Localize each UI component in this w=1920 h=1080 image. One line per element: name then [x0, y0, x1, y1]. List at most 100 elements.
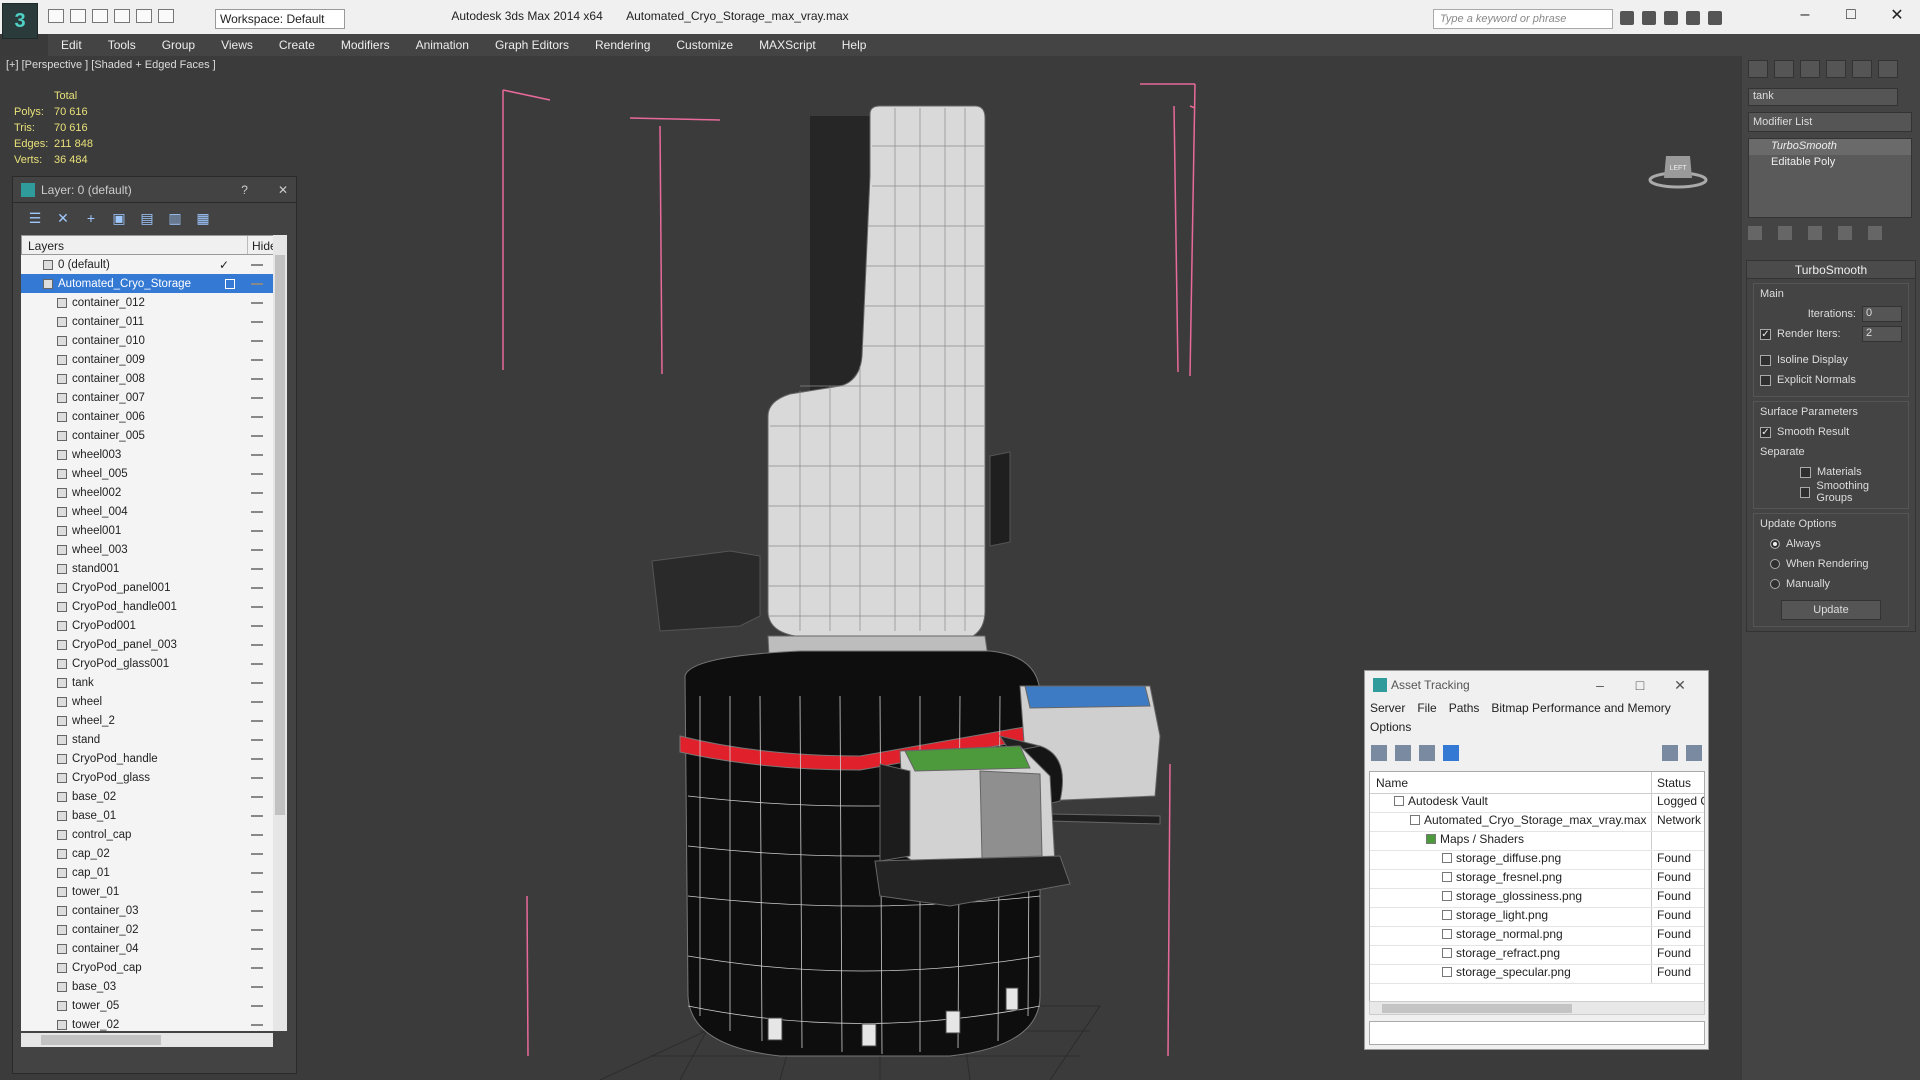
layer-object-row[interactable]: wheel	[21, 692, 273, 711]
hide-toggle[interactable]	[251, 530, 263, 532]
hide-toggle[interactable]	[251, 796, 263, 798]
layer-object-row[interactable]: base_01	[21, 806, 273, 825]
asset-path-field[interactable]	[1369, 1021, 1705, 1045]
hide-toggle[interactable]	[251, 568, 263, 570]
hide-toggle[interactable]	[251, 378, 263, 380]
rollout-title[interactable]: TurboSmooth	[1747, 261, 1915, 279]
layer-row-selected[interactable]: Automated_Cryo_Storage	[21, 274, 273, 293]
menu-help[interactable]: Help	[829, 34, 880, 56]
refresh-icon[interactable]	[1371, 745, 1387, 761]
asset-horizontal-scrollbar[interactable]	[1369, 1001, 1705, 1015]
layer-object-row[interactable]: tower_01	[21, 882, 273, 901]
stack-item-editable-poly[interactable]: Editable Poly	[1749, 155, 1911, 171]
layer-object-row[interactable]: tower_02	[21, 1015, 273, 1031]
layer-object-row[interactable]: CryoPod_panel_003	[21, 635, 273, 654]
layer-object-row[interactable]: wheel_003	[21, 540, 273, 559]
menu-maxscript[interactable]: MAXScript	[746, 34, 829, 56]
layer-help-button[interactable]: ?	[241, 183, 248, 197]
layer-object-row[interactable]: cap_02	[21, 844, 273, 863]
hide-toggle[interactable]	[251, 663, 263, 665]
modify-tab-icon[interactable]	[1774, 60, 1794, 78]
scroll-thumb[interactable]	[1382, 1004, 1572, 1013]
hide-toggle[interactable]	[251, 1005, 263, 1007]
search-input[interactable]: Type a keyword or phrase	[1433, 9, 1613, 29]
layer-object-row[interactable]: container_006	[21, 407, 273, 426]
freeze-all-icon[interactable]: ▦	[195, 210, 211, 226]
hide-toggle[interactable]	[251, 587, 263, 589]
hide-toggle[interactable]	[251, 891, 263, 893]
hide-toggle[interactable]	[251, 264, 263, 266]
manually-radio[interactable]	[1770, 579, 1780, 589]
layer-object-row[interactable]: base_03	[21, 977, 273, 996]
hide-toggle[interactable]	[251, 511, 263, 513]
hide-toggle[interactable]	[251, 910, 263, 912]
table-row[interactable]: Automated_Cryo_Storage_max_vray.max Netwo…	[1370, 813, 1704, 832]
scroll-thumb[interactable]	[41, 1035, 161, 1045]
menu-group[interactable]: Group	[149, 34, 208, 56]
hide-toggle[interactable]	[251, 397, 263, 399]
smooth-result-checkbox[interactable]: ✓	[1760, 426, 1771, 438]
layer-object-row[interactable]: stand001	[21, 559, 273, 578]
layer-object-row[interactable]: container_005	[21, 426, 273, 445]
hide-toggle[interactable]	[251, 720, 263, 722]
layer-object-row[interactable]: CryoPod_cap	[21, 958, 273, 977]
layer-object-row[interactable]: container_009	[21, 350, 273, 369]
hide-toggle[interactable]	[251, 302, 263, 304]
table-row[interactable]: storage_refract.png Found	[1370, 946, 1704, 965]
layer-object-row[interactable]: wheel_004	[21, 502, 273, 521]
layer-object-row[interactable]: tower_05	[21, 996, 273, 1015]
menu-graph-editors[interactable]: Graph Editors	[482, 34, 582, 56]
configure-sets-icon[interactable]	[1868, 226, 1882, 240]
menu-paths[interactable]: Paths	[1449, 699, 1480, 718]
layer-object-row[interactable]: CryoPod_handle	[21, 749, 273, 768]
hide-toggle[interactable]	[251, 1024, 263, 1026]
table-view-icon[interactable]	[1443, 745, 1459, 761]
menu-modifiers[interactable]: Modifiers	[328, 34, 403, 56]
menu-views[interactable]: Views	[208, 34, 266, 56]
isoline-checkbox[interactable]	[1760, 354, 1771, 366]
menu-customize[interactable]: Customize	[663, 34, 746, 56]
layers-column-header[interactable]: Layers	[22, 236, 248, 254]
menu-file[interactable]: File	[1417, 699, 1436, 718]
minimize-icon[interactable]: –	[1782, 0, 1828, 30]
menu-animation[interactable]: Animation	[403, 34, 482, 56]
pin-stack-icon[interactable]	[1748, 226, 1762, 240]
layer-vertical-scrollbar[interactable]	[273, 235, 287, 1031]
hide-toggle[interactable]	[251, 340, 263, 342]
hide-toggle[interactable]	[251, 492, 263, 494]
remove-modifier-icon[interactable]	[1838, 226, 1852, 240]
add-to-layer-icon[interactable]: +	[83, 210, 99, 226]
new-layer-icon[interactable]: ☰	[27, 210, 43, 226]
materials-checkbox[interactable]	[1800, 466, 1811, 478]
maximize-icon[interactable]: □	[1620, 677, 1660, 693]
layer-object-row[interactable]: CryoPod_glass001	[21, 654, 273, 673]
table-row[interactable]: storage_light.png Found	[1370, 908, 1704, 927]
hide-toggle[interactable]	[251, 986, 263, 988]
menu-server[interactable]: Server	[1370, 699, 1405, 718]
name-column-header[interactable]: Name	[1370, 772, 1652, 793]
minimize-icon[interactable]: –	[1580, 677, 1620, 693]
hide-toggle[interactable]	[251, 606, 263, 608]
layer-object-row[interactable]: wheel_005	[21, 464, 273, 483]
hide-toggle[interactable]	[251, 359, 263, 361]
layer-object-row[interactable]: cap_01	[21, 863, 273, 882]
layer-object-row[interactable]: container_010	[21, 331, 273, 350]
layer-object-row[interactable]: CryoPod_glass	[21, 768, 273, 787]
layer-row-default[interactable]: 0 (default) ✓	[21, 255, 273, 274]
stack-item-turbosmooth[interactable]: TurboSmooth	[1749, 139, 1911, 155]
menu-create[interactable]: Create	[266, 34, 328, 56]
hierarchy-tab-icon[interactable]	[1800, 60, 1820, 78]
object-name-field[interactable]: tank	[1748, 88, 1898, 106]
layer-object-row[interactable]: container_03	[21, 901, 273, 920]
menu-options[interactable]: Options	[1370, 718, 1411, 737]
table-row[interactable]: Autodesk Vault Logged O	[1370, 794, 1704, 813]
status-column-header[interactable]: Status	[1652, 772, 1704, 793]
hide-toggle[interactable]	[251, 682, 263, 684]
hide-toggle[interactable]	[251, 454, 263, 456]
close-icon[interactable]: ✕	[1660, 677, 1700, 694]
hide-toggle[interactable]	[251, 473, 263, 475]
hide-toggle[interactable]	[251, 701, 263, 703]
hide-toggle[interactable]	[251, 967, 263, 969]
viewcube[interactable]: LEFT	[1648, 146, 1708, 192]
hide-toggle[interactable]	[251, 815, 263, 817]
